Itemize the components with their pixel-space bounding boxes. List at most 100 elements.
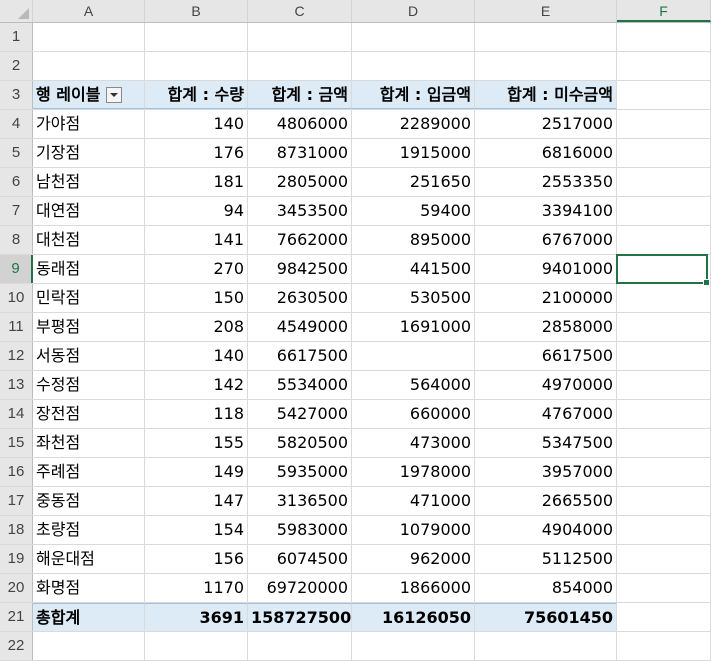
- cell-a3[interactable]: 행 레이블: [33, 81, 145, 109]
- row-header-13[interactable]: 13: [0, 371, 33, 399]
- cell-d2[interactable]: [352, 52, 475, 80]
- cell-c15[interactable]: 5820500: [248, 429, 352, 457]
- cell-a6[interactable]: 남천점: [33, 168, 145, 196]
- cell-c17[interactable]: 3136500: [248, 487, 352, 515]
- cell-d13[interactable]: 564000: [352, 371, 475, 399]
- cell-d15[interactable]: 473000: [352, 429, 475, 457]
- row-header-18[interactable]: 18: [0, 516, 33, 544]
- cell-e13[interactable]: 4970000: [475, 371, 617, 399]
- cell-b15[interactable]: 155: [145, 429, 248, 457]
- cell-e6[interactable]: 2553350: [475, 168, 617, 196]
- row-header-15[interactable]: 15: [0, 429, 33, 457]
- cell-b4[interactable]: 140: [145, 110, 248, 138]
- cell-e7[interactable]: 3394100: [475, 197, 617, 225]
- cell-b11[interactable]: 208: [145, 313, 248, 341]
- row-header-4[interactable]: 4: [0, 110, 33, 138]
- row-header-14[interactable]: 14: [0, 400, 33, 428]
- cell-c9[interactable]: 9842500: [248, 255, 352, 283]
- cell-e5[interactable]: 6816000: [475, 139, 617, 167]
- cell-e4[interactable]: 2517000: [475, 110, 617, 138]
- cell-f8[interactable]: [617, 226, 711, 254]
- cell-a18[interactable]: 초량점: [33, 516, 145, 544]
- cell-d17[interactable]: 471000: [352, 487, 475, 515]
- cell-c14[interactable]: 5427000: [248, 400, 352, 428]
- cell-c5[interactable]: 8731000: [248, 139, 352, 167]
- row-header-16[interactable]: 16: [0, 458, 33, 486]
- row-header-5[interactable]: 5: [0, 139, 33, 167]
- row-header-1[interactable]: 1: [0, 23, 33, 51]
- cell-b19[interactable]: 156: [145, 545, 248, 573]
- cell-a11[interactable]: 부평점: [33, 313, 145, 341]
- cell-e1[interactable]: [475, 23, 617, 51]
- cell-f15[interactable]: [617, 429, 711, 457]
- cell-f5[interactable]: [617, 139, 711, 167]
- cell-f1[interactable]: [617, 23, 711, 51]
- cell-a5[interactable]: 기장점: [33, 139, 145, 167]
- cell-a10[interactable]: 민락점: [33, 284, 145, 312]
- cell-f20[interactable]: [617, 574, 711, 602]
- cell-f9[interactable]: [617, 255, 711, 283]
- cell-b21[interactable]: 3691: [145, 603, 248, 631]
- cell-e22[interactable]: [475, 632, 617, 660]
- cell-c20[interactable]: 69720000: [248, 574, 352, 602]
- cell-a15[interactable]: 좌천점: [33, 429, 145, 457]
- cell-b6[interactable]: 181: [145, 168, 248, 196]
- cell-d21[interactable]: 16126050: [352, 603, 475, 631]
- cell-d9[interactable]: 441500: [352, 255, 475, 283]
- cell-a4[interactable]: 가야점: [33, 110, 145, 138]
- cell-f19[interactable]: [617, 545, 711, 573]
- cell-f6[interactable]: [617, 168, 711, 196]
- cell-d8[interactable]: 895000: [352, 226, 475, 254]
- cell-c19[interactable]: 6074500: [248, 545, 352, 573]
- cell-d18[interactable]: 1079000: [352, 516, 475, 544]
- row-header-19[interactable]: 19: [0, 545, 33, 573]
- column-header-c[interactable]: C: [248, 0, 352, 22]
- cell-b3[interactable]: 합계 : 수량: [145, 81, 248, 109]
- cell-c2[interactable]: [248, 52, 352, 80]
- cell-c1[interactable]: [248, 23, 352, 51]
- cell-a17[interactable]: 중동점: [33, 487, 145, 515]
- cell-a7[interactable]: 대연점: [33, 197, 145, 225]
- cell-b9[interactable]: 270: [145, 255, 248, 283]
- cell-e19[interactable]: 5112500: [475, 545, 617, 573]
- cell-f2[interactable]: [617, 52, 711, 80]
- cell-f7[interactable]: [617, 197, 711, 225]
- row-header-17[interactable]: 17: [0, 487, 33, 515]
- cell-b10[interactable]: 150: [145, 284, 248, 312]
- cell-e21[interactable]: 75601450: [475, 603, 617, 631]
- row-header-2[interactable]: 2: [0, 52, 33, 80]
- cell-e15[interactable]: 5347500: [475, 429, 617, 457]
- cell-b22[interactable]: [145, 632, 248, 660]
- cell-e2[interactable]: [475, 52, 617, 80]
- cell-b12[interactable]: 140: [145, 342, 248, 370]
- cell-d1[interactable]: [352, 23, 475, 51]
- cell-a13[interactable]: 수정점: [33, 371, 145, 399]
- cell-c12[interactable]: 6617500: [248, 342, 352, 370]
- cell-f17[interactable]: [617, 487, 711, 515]
- cell-f21[interactable]: [617, 603, 711, 631]
- cell-b5[interactable]: 176: [145, 139, 248, 167]
- cell-e14[interactable]: 4767000: [475, 400, 617, 428]
- cell-b20[interactable]: 1170: [145, 574, 248, 602]
- cell-b8[interactable]: 141: [145, 226, 248, 254]
- cell-e12[interactable]: 6617500: [475, 342, 617, 370]
- cell-a12[interactable]: 서동점: [33, 342, 145, 370]
- cell-d4[interactable]: 2289000: [352, 110, 475, 138]
- cell-b1[interactable]: [145, 23, 248, 51]
- cell-c8[interactable]: 7662000: [248, 226, 352, 254]
- column-header-d[interactable]: D: [352, 0, 475, 22]
- cell-a9[interactable]: 동래점: [33, 255, 145, 283]
- cell-f4[interactable]: [617, 110, 711, 138]
- select-all-corner[interactable]: [0, 0, 33, 22]
- column-header-b[interactable]: B: [145, 0, 248, 22]
- cell-c16[interactable]: 5935000: [248, 458, 352, 486]
- column-header-e[interactable]: E: [475, 0, 617, 22]
- cell-b2[interactable]: [145, 52, 248, 80]
- cell-c10[interactable]: 2630500: [248, 284, 352, 312]
- cell-e3[interactable]: 합계 : 미수금액: [475, 81, 617, 109]
- cell-e20[interactable]: 854000: [475, 574, 617, 602]
- cell-e16[interactable]: 3957000: [475, 458, 617, 486]
- cell-d5[interactable]: 1915000: [352, 139, 475, 167]
- cell-a2[interactable]: [33, 52, 145, 80]
- cell-a21[interactable]: 총합계: [33, 603, 145, 631]
